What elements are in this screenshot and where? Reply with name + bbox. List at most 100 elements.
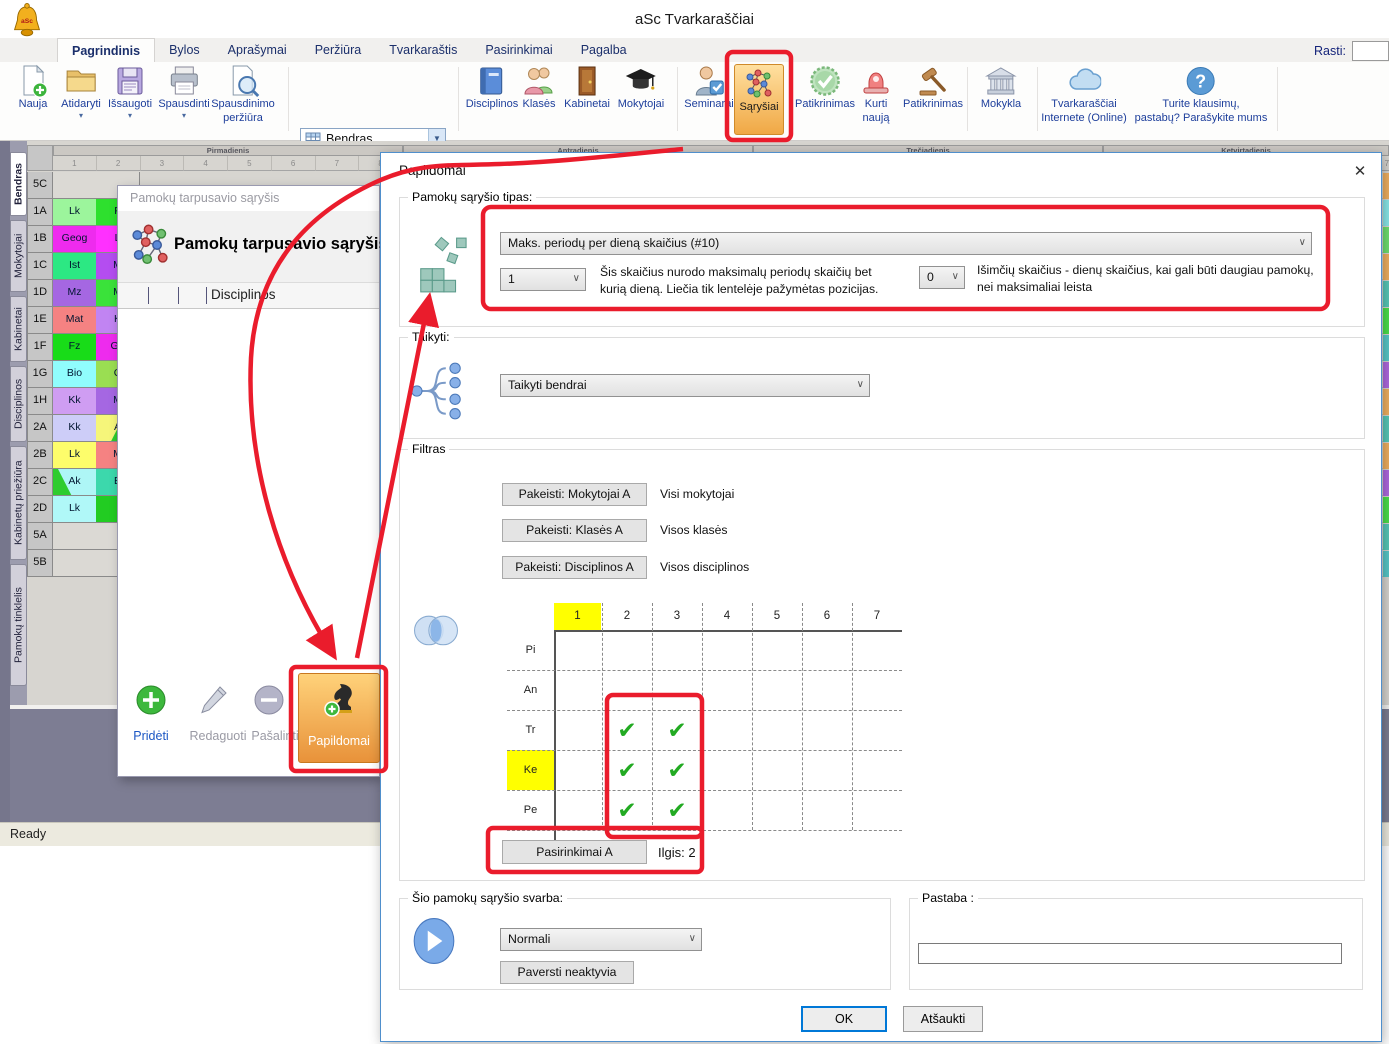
grid-day-label[interactable]: Tr xyxy=(507,710,554,750)
dropdown-arrow-icon[interactable]: ▾ xyxy=(61,112,101,121)
note-input[interactable] xyxy=(918,943,1342,964)
empty-cell[interactable] xyxy=(53,523,97,550)
grid-period-header[interactable]: 1 xyxy=(554,603,601,630)
check-icon[interactable]: ✔ xyxy=(602,750,652,790)
ribbon-tab-pagrindinis[interactable]: Pagrindinis xyxy=(57,38,155,62)
lesson-cell[interactable]: Ak xyxy=(53,469,97,496)
lesson-cell[interactable]: Kk xyxy=(53,388,97,415)
ribbon-tab-aprašymai[interactable]: Aprašymai xyxy=(214,38,301,62)
class-row-label[interactable]: 1F xyxy=(27,334,53,361)
grid-period-header[interactable]: 5 xyxy=(752,603,802,630)
ribbon-button-issaugoti[interactable]: Išsaugoti▾ xyxy=(108,64,152,121)
grid-period-header[interactable]: 2 xyxy=(602,603,652,630)
sidebar-tab-mokytojai[interactable]: Mokytojai xyxy=(10,220,27,292)
class-row-label[interactable]: 1E xyxy=(27,307,53,334)
check-icon[interactable]: ✔ xyxy=(602,790,652,830)
lesson-cell[interactable]: Mz xyxy=(53,280,97,307)
importance-dropdown[interactable]: Normali∨ xyxy=(500,928,702,951)
lesson-cell[interactable]: Lk xyxy=(53,496,97,523)
grid-day-label[interactable]: Pi xyxy=(507,630,554,670)
empty-cell[interactable] xyxy=(53,172,97,199)
class-row-label[interactable]: 5B xyxy=(27,550,53,577)
check-icon[interactable]: ✔ xyxy=(652,750,702,790)
ribbon-tab-peržiūra[interactable]: Peržiūra xyxy=(301,38,376,62)
ribbon-button-spausdinti[interactable]: Spausdinti▾ xyxy=(158,64,209,121)
ribbon-button-mokykla[interactable]: Mokykla xyxy=(981,64,1021,112)
class-row-label[interactable]: 1B xyxy=(27,226,53,253)
apply-dropdown[interactable]: Taikyti bendrai∨ xyxy=(500,374,870,397)
ribbon-tab-pasirinkimai[interactable]: Pasirinkimai xyxy=(471,38,566,62)
ribbon-tab-tvarkaraštis[interactable]: Tvarkaraštis xyxy=(375,38,471,62)
grid-period-header[interactable]: 6 xyxy=(802,603,852,630)
ribbon-button-patikrinimas-1[interactable]: Patikrinimas xyxy=(795,64,855,112)
class-row-label[interactable]: 5C xyxy=(27,172,53,199)
lesson-cell[interactable]: Lk xyxy=(53,442,97,469)
relations-list-header[interactable]: Disciplinos xyxy=(118,283,379,309)
sidebar-tab-pamok-tinklelis[interactable]: Pamokų tinklelis xyxy=(10,564,27,686)
ribbon-button-patikrinimas-2[interactable]: Patikrinimas xyxy=(903,64,963,112)
filter-change-button[interactable]: Pakeisti: Disciplinos A xyxy=(502,556,647,579)
ribbon-button-sarysiai[interactable]: Sąryšiai xyxy=(734,64,784,135)
class-row-label[interactable]: 1G xyxy=(27,361,53,388)
lesson-cell[interactable]: Mat xyxy=(53,307,97,334)
lesson-cell[interactable]: Kk xyxy=(53,415,97,442)
lesson-cell[interactable]: Geog xyxy=(53,226,97,253)
check-icon[interactable]: ✔ xyxy=(652,710,702,750)
empty-cell[interactable] xyxy=(53,550,97,577)
ribbon-button-mokytojai[interactable]: Mokytojai xyxy=(618,64,664,112)
check-icon[interactable]: ✔ xyxy=(652,790,702,830)
filter-change-button[interactable]: Pakeisti: Klasės A xyxy=(502,519,647,542)
grid-day-label[interactable]: Pe xyxy=(507,790,554,830)
ribbon-button-atidaryti[interactable]: Atidaryti▾ xyxy=(61,64,101,121)
selections-button[interactable]: Pasirinkimai A xyxy=(502,840,647,864)
lesson-cell[interactable]: Ist xyxy=(53,253,97,280)
relations-dialog-titlebar[interactable]: Pamokų tarpusavio sąryšis xyxy=(118,186,379,211)
close-icon[interactable]: ✕ xyxy=(1349,161,1371,183)
prideti-button[interactable]: Pridėti xyxy=(133,729,168,743)
class-row-label[interactable]: 5A xyxy=(27,523,53,550)
class-row-label[interactable]: 2B xyxy=(27,442,53,469)
grid-day-label[interactable]: An xyxy=(507,670,554,710)
ribbon-button-kabinetai[interactable]: Kabinetai xyxy=(564,64,610,112)
class-row-label[interactable]: 2D xyxy=(27,496,53,523)
sidebar-tab-bendras[interactable]: Bendras xyxy=(10,152,27,216)
class-row-label[interactable]: 1C xyxy=(27,253,53,280)
cancel-button[interactable]: Atšaukti xyxy=(903,1006,983,1032)
ribbon-tab-bylos[interactable]: Bylos xyxy=(155,38,214,62)
check-icon[interactable]: ✔ xyxy=(602,710,652,750)
relation-type-dropdown[interactable]: Maks. periodų per dieną skaičius (#10)∨ xyxy=(500,232,1312,255)
plus-circle-icon[interactable] xyxy=(134,683,168,717)
ribbon-button-kurti-nauja[interactable]: Kurtinaują xyxy=(859,64,893,126)
class-row-label[interactable]: 1H xyxy=(27,388,53,415)
grid-period-header[interactable]: 4 xyxy=(702,603,752,630)
minus-circle-icon[interactable] xyxy=(252,683,286,717)
ribbon-button-nauja[interactable]: Nauja xyxy=(16,64,50,112)
grid-period-header[interactable]: 3 xyxy=(652,603,702,630)
exceptions-dropdown[interactable]: 0∨ xyxy=(919,266,965,289)
ribbon-button-disciplinos[interactable]: Disciplinos xyxy=(466,64,519,112)
lesson-cell[interactable]: Fz xyxy=(53,334,97,361)
sidebar-tab-kabinet-prie-i-ra[interactable]: Kabinetų priežiūra xyxy=(10,446,27,560)
lesson-cell[interactable]: Bio xyxy=(53,361,97,388)
papildomai-button[interactable]: Papildomai xyxy=(298,673,380,763)
class-row-label[interactable]: 1D xyxy=(27,280,53,307)
dropdown-arrow-icon[interactable]: ▾ xyxy=(108,112,152,121)
ribbon-button-tvarkarasciai-internete[interactable]: TvarkaraščiaiInternete (Online) xyxy=(1041,64,1127,126)
find-input[interactable] xyxy=(1352,41,1389,61)
ok-button[interactable]: OK xyxy=(801,1006,887,1032)
class-row-label[interactable]: 1A xyxy=(27,199,53,226)
ribbon-button-seminarai[interactable]: Seminarai xyxy=(684,64,734,112)
pencil-icon[interactable] xyxy=(196,683,230,717)
sidebar-tab-kabinetai[interactable]: Kabinetai xyxy=(10,296,27,362)
ribbon-button-klases[interactable]: Klasės xyxy=(522,64,556,112)
sidebar-tab-disciplinos[interactable]: Disciplinos xyxy=(10,366,27,442)
dropdown-arrow-icon[interactable]: ▾ xyxy=(158,112,209,121)
ribbon-button-spausdinimo-perziura[interactable]: Spausdinimoperžiūra xyxy=(211,64,275,126)
deactivate-button[interactable]: Paversti neaktyvia xyxy=(500,961,634,984)
pasalinti-button[interactable]: Pašalinti xyxy=(251,729,298,743)
class-row-label[interactable]: 2A xyxy=(27,415,53,442)
grid-day-label[interactable]: Ke xyxy=(507,750,554,790)
grid-period-header[interactable]: 7 xyxy=(852,603,902,630)
max-periods-dropdown[interactable]: 1∨ xyxy=(500,268,586,291)
filter-change-button[interactable]: Pakeisti: Mokytojai A xyxy=(502,483,647,506)
